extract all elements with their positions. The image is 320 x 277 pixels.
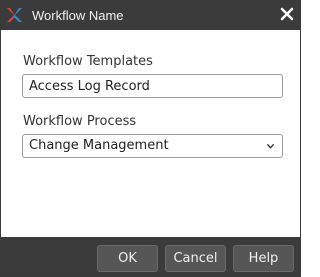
- workflow-process-value: Change Management: [29, 138, 169, 153]
- dialog-footer: OK Cancel Help: [1, 237, 300, 276]
- workflow-templates-input[interactable]: [22, 74, 283, 98]
- brand-x-icon: [7, 8, 22, 22]
- chevron-down-icon: [267, 144, 274, 149]
- workflow-templates-label: Workflow Templates: [23, 54, 153, 69]
- workflow-name-dialog: Workflow Name Workflow Templates Workflo…: [0, 0, 301, 277]
- close-icon[interactable]: [279, 6, 295, 22]
- title-bar: Workflow Name: [1, 1, 300, 30]
- workflow-process-label: Workflow Process: [23, 114, 137, 129]
- cancel-button[interactable]: Cancel: [165, 245, 226, 272]
- ok-button[interactable]: OK: [97, 245, 158, 272]
- workflow-process-select[interactable]: Change Management: [22, 134, 283, 158]
- help-button[interactable]: Help: [233, 245, 294, 272]
- window-title: Workflow Name: [32, 8, 124, 23]
